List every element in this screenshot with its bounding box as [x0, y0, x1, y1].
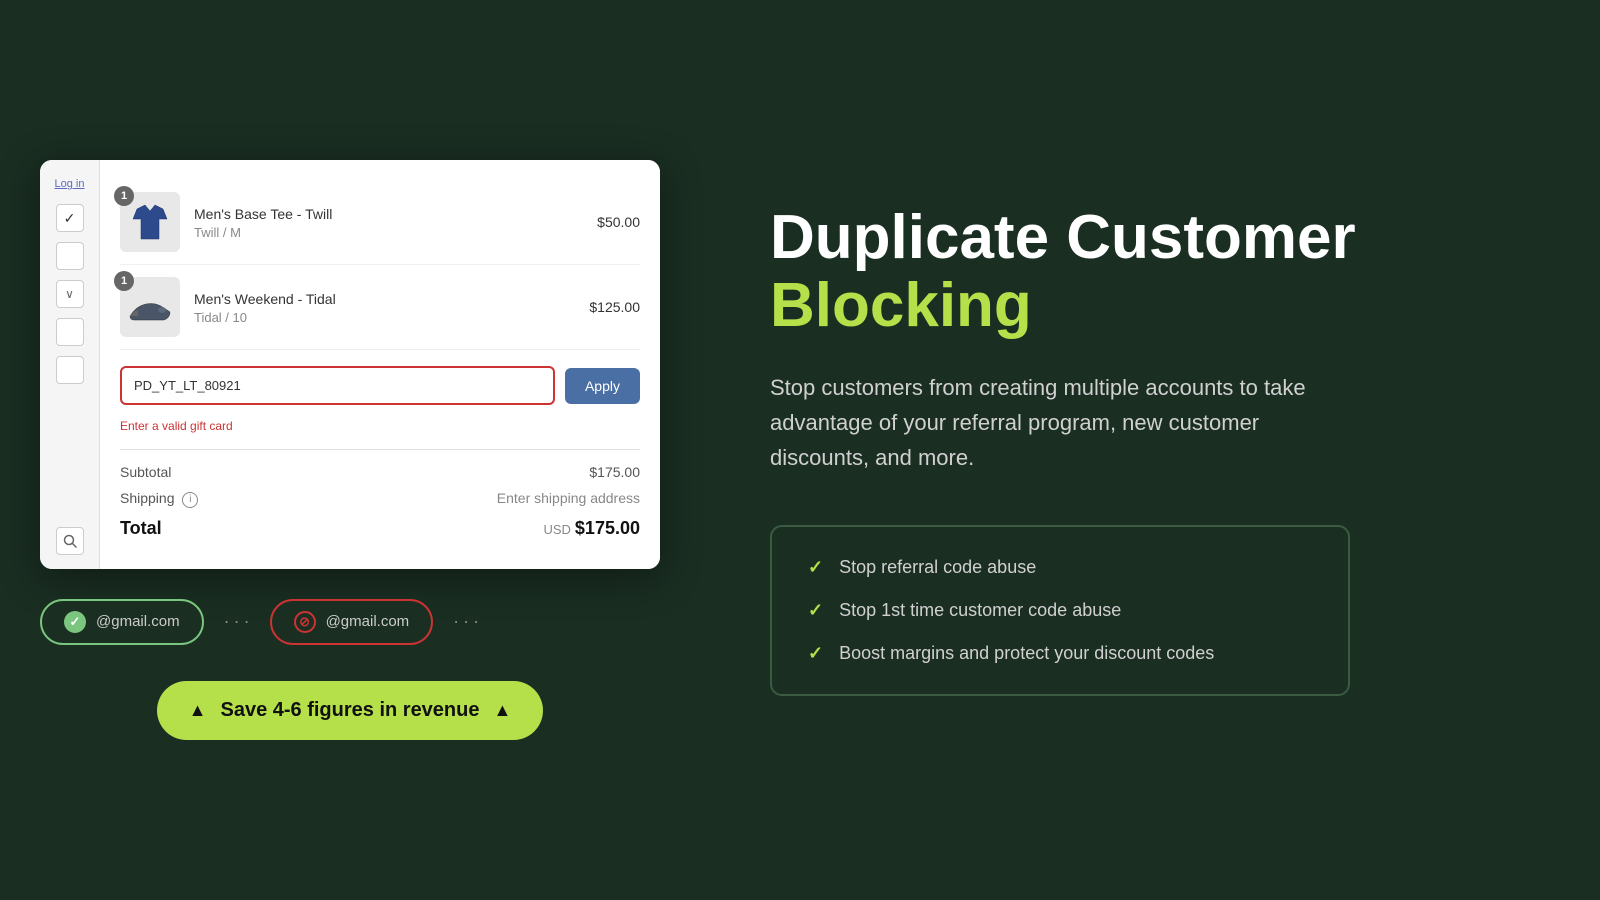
nav-check-2: [56, 242, 84, 270]
total-value: USD$175.00: [543, 518, 640, 539]
feature-check-1: ✓: [808, 557, 823, 578]
discount-input[interactable]: [120, 366, 555, 405]
feature-item-1: ✓ Stop referral code abuse: [808, 557, 1312, 578]
apply-button[interactable]: Apply: [565, 368, 640, 404]
nav-check-4: [56, 356, 84, 384]
total-row: Total USD$175.00: [120, 518, 640, 539]
item-details-1: Men's Base Tee - Twill Twill / M: [194, 205, 583, 240]
nav-search[interactable]: [56, 527, 84, 555]
main-description: Stop customers from creating multiple ac…: [770, 370, 1350, 476]
discount-row: Apply: [120, 366, 640, 405]
nav-check-3: [56, 318, 84, 346]
item-price-1: $50.00: [597, 214, 640, 230]
right-panel: Duplicate Customer Blocking Stop custome…: [700, 0, 1600, 900]
item-variant-2: Tidal / 10: [194, 310, 575, 325]
shipping-value[interactable]: Enter shipping address: [497, 490, 640, 507]
invalid-email-text: @gmail.com: [326, 613, 410, 630]
shipping-label: Shipping i: [120, 490, 198, 507]
discount-error: Enter a valid gift card: [120, 419, 233, 433]
left-panel: Log in ∨ 1: [0, 0, 700, 900]
valid-email-text: @gmail.com: [96, 613, 180, 630]
cta-label: Save 4-6 figures in revenue: [220, 699, 479, 722]
main-title: Duplicate Customer Blocking: [770, 204, 1530, 340]
subtotal-label: Subtotal: [120, 464, 171, 480]
cart-item-2: 1 Men's Weekend - Tidal Tidal / 10 $125: [120, 265, 640, 350]
total-currency: USD: [543, 522, 570, 537]
feature-item-3: ✓ Boost margins and protect your discoun…: [808, 643, 1312, 664]
nav-chevron: ∨: [56, 280, 84, 308]
cta-icon-right: ▲: [494, 700, 512, 721]
title-line1: Duplicate Customer: [770, 203, 1356, 272]
sidebar-nav: Log in ∨: [40, 160, 100, 568]
valid-check-icon: ✓: [64, 611, 86, 633]
total-label: Total: [120, 518, 162, 539]
login-link[interactable]: Log in: [51, 174, 89, 194]
cart-item-1: 1 Men's Base Tee - Twill Twill / M $50.0…: [120, 180, 640, 265]
title-line2: Blocking: [770, 271, 1032, 340]
email-row: ✓ @gmail.com · · · ⊘ @gmail.com · · ·: [40, 599, 660, 645]
shipping-info-icon: i: [182, 492, 198, 508]
item-name-2: Men's Weekend - Tidal: [194, 290, 575, 308]
cta-icon-left: ▲: [189, 700, 207, 721]
order-summary: Subtotal $175.00 Shipping i Enter shippi…: [120, 449, 640, 538]
feature-label-1: Stop referral code abuse: [839, 557, 1036, 578]
feature-item-2: ✓ Stop 1st time customer code abuse: [808, 600, 1312, 621]
item-image-wrap-2: 1: [120, 277, 180, 337]
item-variant-1: Twill / M: [194, 225, 583, 240]
cta-button[interactable]: ▲ Save 4-6 figures in revenue ▲: [157, 681, 544, 740]
valid-email-pill: ✓ @gmail.com: [40, 599, 204, 645]
subtotal-value: $175.00: [589, 464, 640, 480]
shopify-mockup: Log in ∨ 1: [40, 160, 660, 568]
feature-label-2: Stop 1st time customer code abuse: [839, 600, 1121, 621]
item-details-2: Men's Weekend - Tidal Tidal / 10: [194, 290, 575, 325]
feature-check-2: ✓: [808, 600, 823, 621]
discount-section: Apply Enter a valid gift card: [120, 366, 640, 433]
invalid-email-pill: ⊘ @gmail.com: [270, 599, 434, 645]
subtotal-row: Subtotal $175.00: [120, 464, 640, 480]
feature-label-3: Boost margins and protect your discount …: [839, 643, 1214, 664]
item-image-wrap-1: 1: [120, 192, 180, 252]
email-connector-2: · · ·: [453, 611, 479, 632]
nav-check-1: [56, 204, 84, 232]
feature-box: ✓ Stop referral code abuse ✓ Stop 1st ti…: [770, 525, 1350, 696]
email-connector: · · ·: [224, 611, 250, 632]
shipping-row: Shipping i Enter shipping address: [120, 490, 640, 507]
feature-check-3: ✓: [808, 643, 823, 664]
item-name-1: Men's Base Tee - Twill: [194, 205, 583, 223]
block-icon: ⊘: [294, 611, 316, 633]
cart-content: 1 Men's Base Tee - Twill Twill / M $50.0…: [100, 160, 660, 568]
item-price-2: $125.00: [589, 299, 640, 315]
